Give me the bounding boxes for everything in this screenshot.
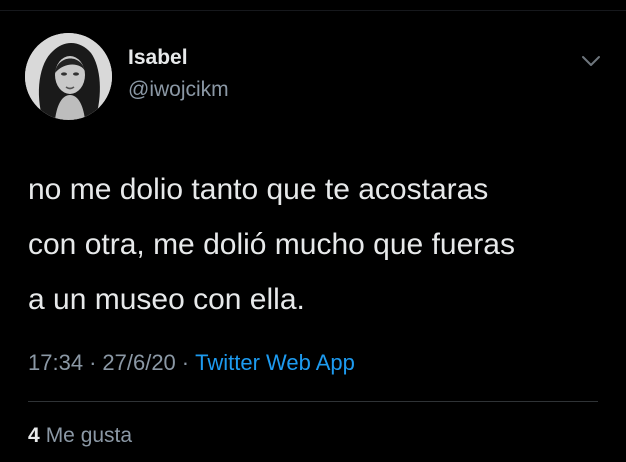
meta-separator: · — [181, 350, 190, 375]
display-name[interactable]: Isabel — [128, 46, 188, 70]
likes-label: Me gusta — [45, 424, 133, 447]
meta-separator: · — [89, 350, 97, 375]
tweet-source-link[interactable]: Twitter Web App — [195, 350, 355, 375]
likes-stat[interactable]: 4 Me gusta — [28, 424, 132, 448]
stats-divider — [28, 401, 598, 402]
user-handle[interactable]: @iwojcikm — [128, 78, 229, 102]
tweet-text: no me dolio tanto que te acostaras con o… — [28, 173, 515, 316]
avatar-image — [25, 33, 112, 120]
likes-count: 4 — [28, 424, 40, 447]
tweet-date[interactable]: 27/6/20 — [102, 350, 175, 375]
tweet-time[interactable]: 17:34 — [28, 350, 83, 375]
top-divider — [0, 10, 626, 11]
tweet-meta: 17:34 · 27/6/20 · Twitter Web App — [28, 350, 355, 376]
tweet-card: Isabel @iwojcikm no me dolio tanto que t… — [0, 0, 626, 462]
avatar[interactable] — [25, 33, 112, 120]
chevron-down-icon[interactable] — [580, 53, 602, 69]
